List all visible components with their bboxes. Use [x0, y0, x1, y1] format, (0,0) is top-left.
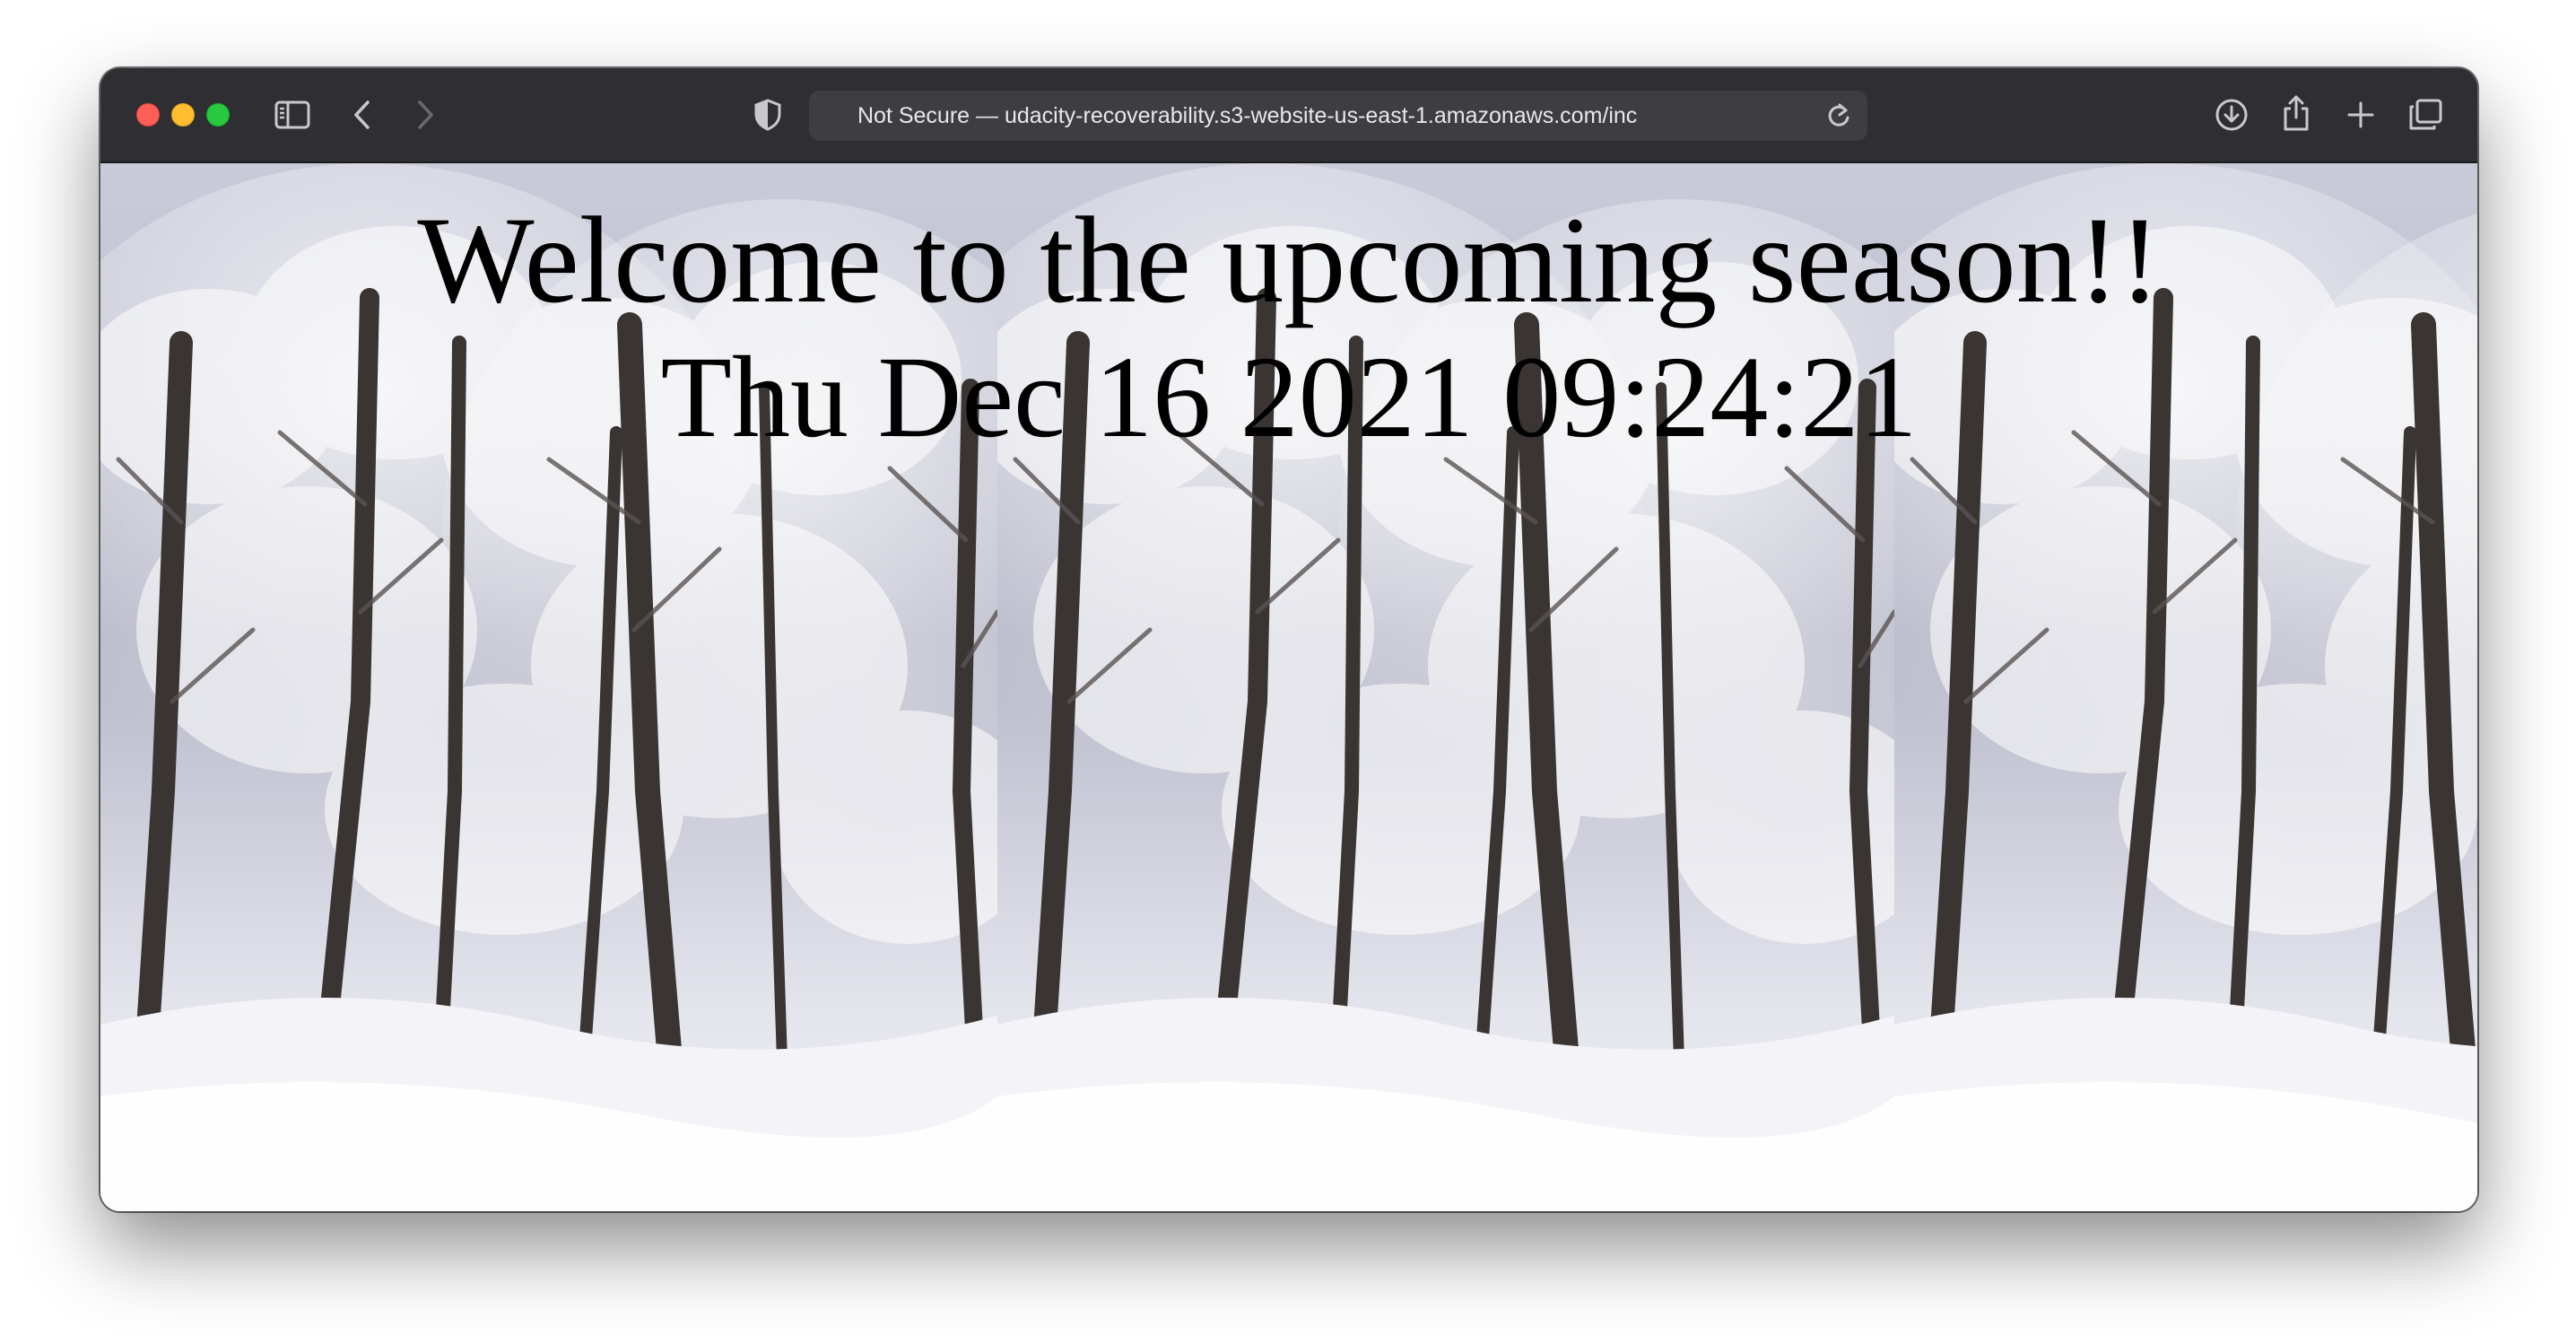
web-page-content: Welcome to the upcoming season!! Thu Dec… — [100, 163, 2477, 1211]
browser-window: Not Secure — udacity-recoverability.s3-w… — [100, 68, 2477, 1211]
download-icon[interactable] — [2212, 95, 2251, 135]
reload-icon[interactable] — [1823, 100, 1855, 132]
chevron-left-icon[interactable] — [344, 97, 380, 133]
zoom-window-button[interactable] — [206, 103, 230, 127]
tabs-icon[interactable] — [2406, 95, 2445, 135]
minimize-window-button[interactable] — [171, 103, 195, 127]
close-window-button[interactable] — [136, 103, 160, 127]
current-datetime: Thu Dec 16 2021 09:24:21 — [660, 333, 1918, 462]
chevron-right-icon[interactable] — [407, 97, 443, 133]
page-heading: Welcome to the upcoming season!! — [417, 191, 2161, 328]
sidebar-icon[interactable] — [273, 97, 312, 133]
browser-toolbar: Not Secure — udacity-recoverability.s3-w… — [100, 68, 2477, 163]
shield-icon[interactable] — [750, 95, 786, 135]
share-icon[interactable] — [2276, 92, 2316, 135]
address-bar[interactable]: Not Secure — udacity-recoverability.s3-w… — [809, 91, 1867, 141]
plus-icon[interactable] — [2341, 95, 2380, 135]
address-text: Not Secure — udacity-recoverability.s3-w… — [857, 103, 1638, 128]
screenshot-stage: Not Secure — udacity-recoverability.s3-w… — [0, 0, 2576, 1344]
